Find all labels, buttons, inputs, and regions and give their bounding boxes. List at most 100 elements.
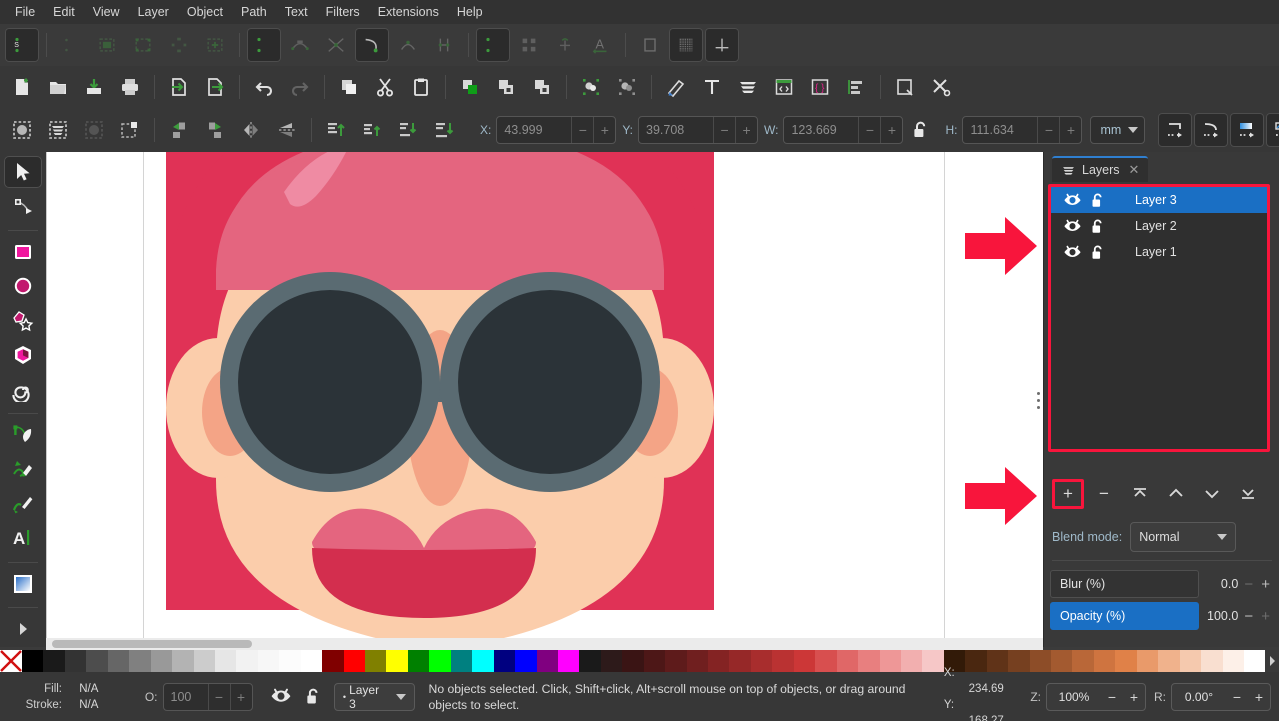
palette-swatch[interactable] [450, 650, 473, 672]
snap-enable-global[interactable]: S [5, 28, 39, 62]
duplicate-button[interactable] [453, 70, 487, 104]
palette-swatch[interactable] [43, 650, 65, 672]
star-tool[interactable] [4, 305, 42, 337]
layers-list[interactable]: Layer 3 Layer 2 Layer 1 [1048, 184, 1270, 452]
calligraphy-tool[interactable] [4, 488, 42, 520]
palette-scroll-button[interactable] [1265, 650, 1279, 672]
palette-swatch[interactable] [900, 650, 923, 672]
fill-and-stroke-button[interactable] [659, 70, 693, 104]
eye-icon[interactable] [1059, 245, 1085, 260]
units-select[interactable]: mm [1090, 116, 1146, 144]
palette-swatch[interactable] [750, 650, 773, 672]
palette-swatch[interactable] [472, 650, 494, 672]
rotate-ccw-button[interactable] [162, 113, 196, 147]
y-value[interactable]: 39.708 [639, 117, 713, 143]
palette-swatch[interactable] [1158, 650, 1180, 672]
deselect-button[interactable] [77, 113, 111, 147]
menu-item-object[interactable]: Object [178, 2, 232, 22]
palette-swatch[interactable] [1201, 650, 1223, 672]
opacity-decrement[interactable]: − [1240, 608, 1257, 625]
ungroup-button[interactable] [610, 70, 644, 104]
3d-box-tool[interactable] [4, 339, 42, 371]
snap-rotation-center[interactable] [548, 28, 582, 62]
opacity-value[interactable]: 100.0 [1199, 609, 1241, 623]
rotate-cw-button[interactable] [198, 113, 232, 147]
unlocked-padlock-icon[interactable] [1085, 192, 1111, 209]
palette-swatch[interactable] [1243, 650, 1266, 672]
pencil-tool[interactable] [4, 453, 42, 485]
palette-swatch[interactable] [665, 650, 687, 672]
snap-smooth-node[interactable] [391, 28, 425, 62]
palette-swatch[interactable] [536, 650, 558, 672]
rectangle-tool[interactable] [4, 236, 42, 268]
align-and-distribute-button[interactable] [839, 70, 873, 104]
open-document-button[interactable] [41, 70, 75, 104]
export-png-button[interactable] [888, 70, 922, 104]
snap-bbox-corner[interactable] [126, 28, 160, 62]
affect-patterns-button[interactable] [1266, 113, 1279, 147]
palette-swatch[interactable] [193, 650, 215, 672]
palette-swatch[interactable] [493, 650, 516, 672]
fill-stroke-indicator[interactable]: Fill: N/A Stroke: N/A [0, 681, 139, 713]
selector-tool[interactable] [4, 156, 42, 189]
opacity-slider[interactable]: Opacity (%) [1050, 602, 1199, 630]
snap-path-intersection[interactable] [319, 28, 353, 62]
document-page[interactable] [144, 152, 944, 647]
text-and-font-button[interactable] [695, 70, 729, 104]
palette-swatch[interactable] [1115, 650, 1137, 672]
x-value[interactable]: 43.999 [497, 117, 571, 143]
snap-page-border[interactable] [633, 28, 667, 62]
x-decrement[interactable]: − [571, 117, 593, 143]
layers-dialog-button[interactable] [731, 70, 765, 104]
palette-swatch[interactable] [257, 650, 280, 672]
palette-swatch[interactable] [429, 650, 451, 672]
palette-swatch[interactable] [815, 650, 837, 672]
blur-slider[interactable]: Blur (%) [1050, 570, 1199, 598]
layer-name[interactable]: Layer 2 [1135, 219, 1177, 233]
menu-item-text[interactable]: Text [276, 2, 317, 22]
palette-swatch[interactable] [708, 650, 730, 672]
snap-path[interactable] [283, 28, 317, 62]
palette-swatch[interactable] [279, 650, 301, 672]
flip-horizontal-button[interactable] [234, 113, 268, 147]
flip-vertical-button[interactable] [270, 113, 304, 147]
palette-swatch[interactable] [858, 650, 880, 672]
paste-button[interactable] [404, 70, 438, 104]
copy-button[interactable] [332, 70, 366, 104]
unlocked-padlock-icon[interactable] [1085, 244, 1111, 261]
palette-swatch[interactable] [1136, 650, 1159, 672]
y-increment[interactable]: + [735, 117, 757, 143]
palette-swatch[interactable] [1051, 650, 1073, 672]
h-value[interactable]: 111.634 [963, 117, 1037, 143]
print-document-button[interactable] [113, 70, 147, 104]
palette-swatch[interactable] [236, 650, 258, 672]
w-value[interactable]: 123.669 [784, 117, 858, 143]
select-all-button[interactable] [5, 113, 39, 147]
palette-swatch[interactable] [129, 650, 151, 672]
snap-others[interactable] [476, 28, 510, 62]
layer-to-bottom-button[interactable] [1232, 479, 1264, 509]
snap-bbox-edge-midpoint[interactable] [162, 28, 196, 62]
palette-swatch[interactable] [879, 650, 901, 672]
text-tool[interactable]: A [4, 522, 42, 554]
palette-swatch[interactable] [150, 650, 173, 672]
affect-gradients-button[interactable] [1230, 113, 1265, 147]
no-color-x-icon[interactable] [0, 650, 22, 672]
palette-swatch[interactable] [365, 650, 387, 672]
canvas-horizontal-scrollbar[interactable] [46, 638, 1043, 650]
close-icon[interactable]: ✕ [1129, 162, 1140, 178]
palette-swatch[interactable] [1072, 650, 1094, 672]
w-increment[interactable]: + [880, 117, 902, 143]
w-decrement[interactable]: − [858, 117, 880, 143]
palette-swatch[interactable] [1222, 650, 1244, 672]
menu-item-extensions[interactable]: Extensions [369, 2, 448, 22]
affect-stroke-width-button[interactable] [1158, 113, 1193, 147]
palette-swatch[interactable] [622, 650, 644, 672]
palette-swatch[interactable] [1093, 650, 1116, 672]
palette-swatch[interactable] [1029, 650, 1051, 672]
raise-button[interactable] [355, 113, 389, 147]
layer-lower-button[interactable] [1196, 479, 1228, 509]
xml-editor-button[interactable] [767, 70, 801, 104]
palette-swatch[interactable] [515, 650, 537, 672]
snap-cusp-node[interactable] [355, 28, 389, 62]
